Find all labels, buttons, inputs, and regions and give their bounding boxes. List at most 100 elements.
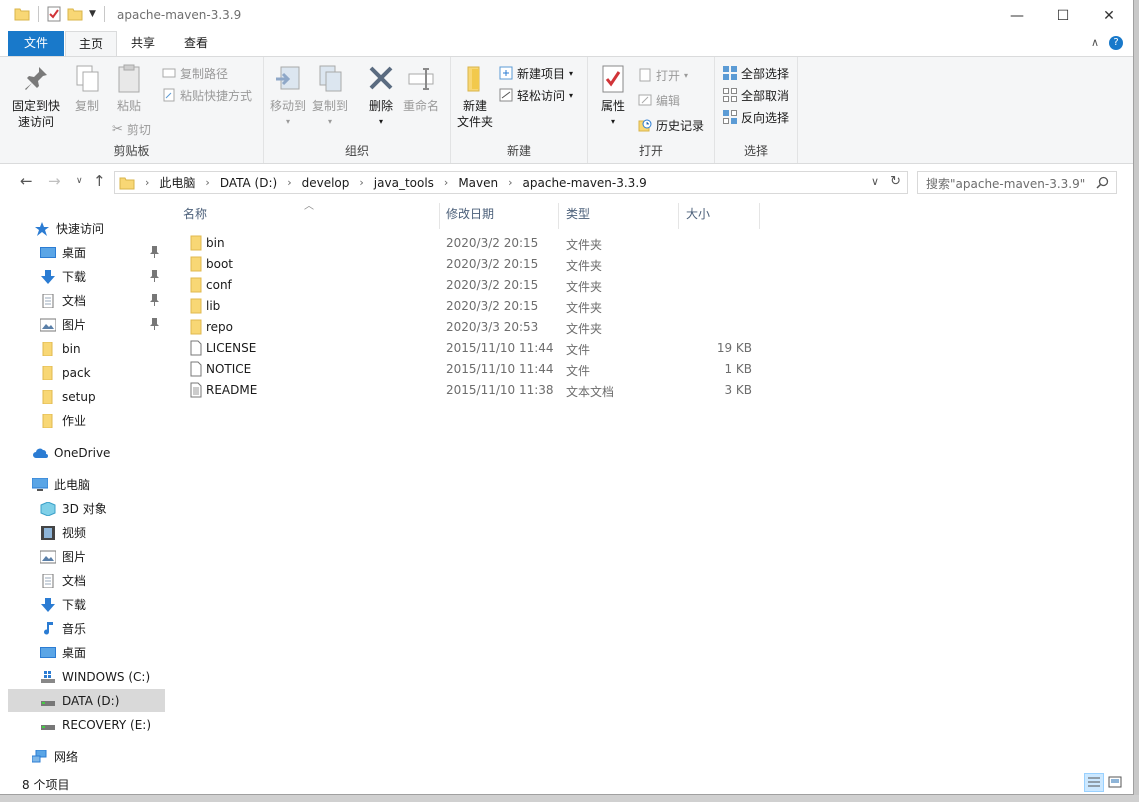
address-bar[interactable]: › 此电脑 › DATA (D:) › develop › java_tools… bbox=[114, 171, 908, 194]
file-row[interactable]: repo 2020/3/3 20:53 文件夹 bbox=[180, 317, 765, 338]
delete-button[interactable]: 删除 ▾ bbox=[366, 63, 396, 130]
close-button[interactable]: ✕ bbox=[1086, 0, 1132, 31]
nav-item-drive-e[interactable]: RECOVERY (E:) bbox=[8, 713, 165, 736]
forward-arrow-icon[interactable]: → bbox=[48, 172, 61, 190]
properties-button[interactable]: 属性 ▾ bbox=[598, 63, 628, 130]
file-row[interactable]: boot 2020/3/2 20:15 文件夹 bbox=[180, 254, 765, 275]
file-row[interactable]: README 2015/11/10 11:38 文本文档 3 KB bbox=[180, 380, 765, 401]
pin-quick-access-button[interactable]: 固定到快 速访问 bbox=[12, 63, 60, 130]
details-view-button[interactable] bbox=[1084, 773, 1104, 792]
file-row[interactable]: LICENSE 2015/11/10 11:44 文件 19 KB bbox=[180, 338, 765, 359]
breadcrumb-current-folder[interactable]: apache-maven-3.3.9 bbox=[523, 176, 647, 190]
copy-button[interactable]: 复制 bbox=[72, 63, 102, 114]
nav-item-pack[interactable]: pack bbox=[8, 361, 165, 384]
breadcrumb-separator-icon[interactable]: › bbox=[205, 176, 209, 189]
file-row[interactable]: lib 2020/3/2 20:15 文件夹 bbox=[180, 296, 765, 317]
breadcrumb-separator-icon[interactable]: › bbox=[508, 176, 512, 189]
clipboard-group: 固定到快 速访问 复制 粘贴 复制路径 粘贴快捷方式 ✂ 剪切 剪贴板 bbox=[0, 57, 264, 163]
breadcrumb-java-tools[interactable]: java_tools bbox=[374, 176, 434, 190]
nav-onedrive[interactable]: OneDrive bbox=[8, 441, 165, 464]
new-folder-label: 文件夹 bbox=[457, 115, 494, 129]
tab-view[interactable]: 查看 bbox=[171, 31, 221, 56]
pin-icon[interactable] bbox=[150, 294, 159, 306]
new-folder-button[interactable]: 新建 文件夹 bbox=[457, 63, 493, 130]
minimize-button[interactable]: — bbox=[994, 0, 1040, 31]
file-row[interactable]: NOTICE 2015/11/10 11:44 文件 1 KB bbox=[180, 359, 765, 380]
open-button[interactable]: 打开 ▾ bbox=[638, 65, 688, 85]
nav-item-pictures-pc[interactable]: 图片 bbox=[8, 545, 165, 568]
nav-this-pc[interactable]: 此电脑 bbox=[8, 473, 165, 496]
nav-item-3d-objects[interactable]: 3D 对象 bbox=[8, 497, 165, 520]
breadcrumb-separator-icon[interactable]: › bbox=[359, 176, 363, 189]
select-group: 全部选择 全部取消 反向选择 选择 bbox=[715, 57, 798, 163]
breadcrumb-this-pc[interactable]: 此电脑 bbox=[159, 174, 195, 191]
nav-quick-access[interactable]: 快速访问 bbox=[8, 217, 165, 240]
copy-path-button[interactable]: 复制路径 bbox=[162, 63, 228, 83]
folder-icon bbox=[190, 298, 202, 314]
address-history-chevron-icon[interactable]: ∨ bbox=[871, 175, 879, 188]
nav-item-downloads[interactable]: 下载 bbox=[8, 265, 165, 288]
nav-item-pictures[interactable]: 图片 bbox=[8, 313, 165, 336]
nav-item-drive-c[interactable]: WINDOWS (C:) bbox=[8, 665, 165, 688]
collapse-ribbon-icon[interactable]: ∧ bbox=[1091, 36, 1099, 50]
tab-home[interactable]: 主页 bbox=[65, 31, 118, 57]
paste-button[interactable]: 粘贴 bbox=[114, 63, 144, 114]
pin-icon[interactable] bbox=[150, 318, 159, 330]
select-none-button[interactable]: 全部取消 bbox=[723, 85, 789, 105]
nav-network[interactable]: 网络 bbox=[8, 745, 165, 768]
column-header-type[interactable]: 类型 bbox=[558, 203, 679, 229]
refresh-icon[interactable]: ↻ bbox=[890, 174, 901, 189]
breadcrumb-separator-icon[interactable]: › bbox=[145, 176, 149, 189]
file-row[interactable]: bin 2020/3/2 20:15 文件夹 bbox=[180, 233, 765, 254]
column-header-name[interactable]: 名称 bbox=[175, 203, 440, 229]
file-icon bbox=[190, 340, 202, 356]
nav-item-bin[interactable]: bin bbox=[8, 337, 165, 360]
nav-item-documents[interactable]: 文档 bbox=[8, 289, 165, 312]
new-item-button[interactable]: 新建项目 ▾ bbox=[499, 63, 573, 83]
breadcrumb-separator-icon[interactable]: › bbox=[287, 176, 291, 189]
cut-button[interactable]: ✂ 剪切 bbox=[112, 119, 151, 139]
move-to-button[interactable]: 移动到 ▾ bbox=[270, 63, 306, 130]
maximize-button[interactable]: ☐ bbox=[1040, 0, 1086, 31]
pin-icon[interactable] bbox=[150, 270, 159, 282]
back-arrow-icon[interactable]: ← bbox=[20, 172, 33, 190]
nav-item-setup[interactable]: setup bbox=[8, 385, 165, 408]
nav-item-desktop-pc[interactable]: 桌面 bbox=[8, 641, 165, 664]
large-icons-view-button[interactable] bbox=[1105, 773, 1125, 792]
tab-share[interactable]: 共享 bbox=[118, 31, 168, 56]
column-header-date[interactable]: 修改日期 bbox=[438, 203, 559, 229]
nav-item-desktop[interactable]: 桌面 bbox=[8, 241, 165, 264]
column-header-size[interactable]: 大小 bbox=[678, 203, 760, 229]
help-icon[interactable]: ? bbox=[1109, 36, 1123, 50]
properties-icon[interactable] bbox=[47, 6, 61, 22]
pin-icon[interactable] bbox=[150, 246, 159, 258]
copy-to-button[interactable]: 复制到 ▾ bbox=[312, 63, 348, 130]
history-button[interactable]: 历史记录 bbox=[638, 115, 704, 135]
up-arrow-icon[interactable]: ↑ bbox=[93, 172, 106, 190]
select-all-button[interactable]: 全部选择 bbox=[723, 63, 789, 83]
customize-toolbar-icon[interactable]: ▼ bbox=[89, 9, 96, 19]
nav-item-homework[interactable]: 作业 bbox=[8, 409, 165, 432]
recent-locations-icon[interactable]: ∨ bbox=[76, 176, 83, 186]
nav-item-videos[interactable]: 视频 bbox=[8, 521, 165, 544]
nav-item-drive-d[interactable]: DATA (D:) bbox=[8, 689, 165, 712]
paste-shortcut-button[interactable]: 粘贴快捷方式 bbox=[162, 85, 252, 105]
breadcrumb-data-drive[interactable]: DATA (D:) bbox=[220, 176, 277, 190]
file-size: 1 KB bbox=[724, 362, 752, 376]
invert-selection-button[interactable]: 反向选择 bbox=[723, 107, 789, 127]
rename-button[interactable]: 重命名 bbox=[403, 63, 439, 114]
nav-item-downloads-pc[interactable]: 下载 bbox=[8, 593, 165, 616]
breadcrumb-maven[interactable]: Maven bbox=[458, 176, 498, 190]
nav-item-music[interactable]: 音乐 bbox=[8, 617, 165, 640]
breadcrumb-separator-icon[interactable]: › bbox=[444, 176, 448, 189]
easy-access-button[interactable]: 轻松访问 ▾ bbox=[499, 85, 573, 105]
nav-item-documents-pc[interactable]: 文档 bbox=[8, 569, 165, 592]
new-folder-icon[interactable] bbox=[67, 7, 83, 21]
breadcrumb-develop[interactable]: develop bbox=[302, 176, 350, 190]
file-row[interactable]: conf 2020/3/2 20:15 文件夹 bbox=[180, 275, 765, 296]
tab-file[interactable]: 文件 bbox=[8, 31, 64, 56]
file-date: 2020/3/2 20:15 bbox=[446, 257, 539, 271]
edit-button[interactable]: 编辑 bbox=[638, 90, 680, 110]
search-input[interactable]: 搜索"apache-maven-3.3.9" bbox=[917, 171, 1117, 194]
search-placeholder: 搜索"apache-maven-3.3.9" bbox=[926, 177, 1086, 191]
